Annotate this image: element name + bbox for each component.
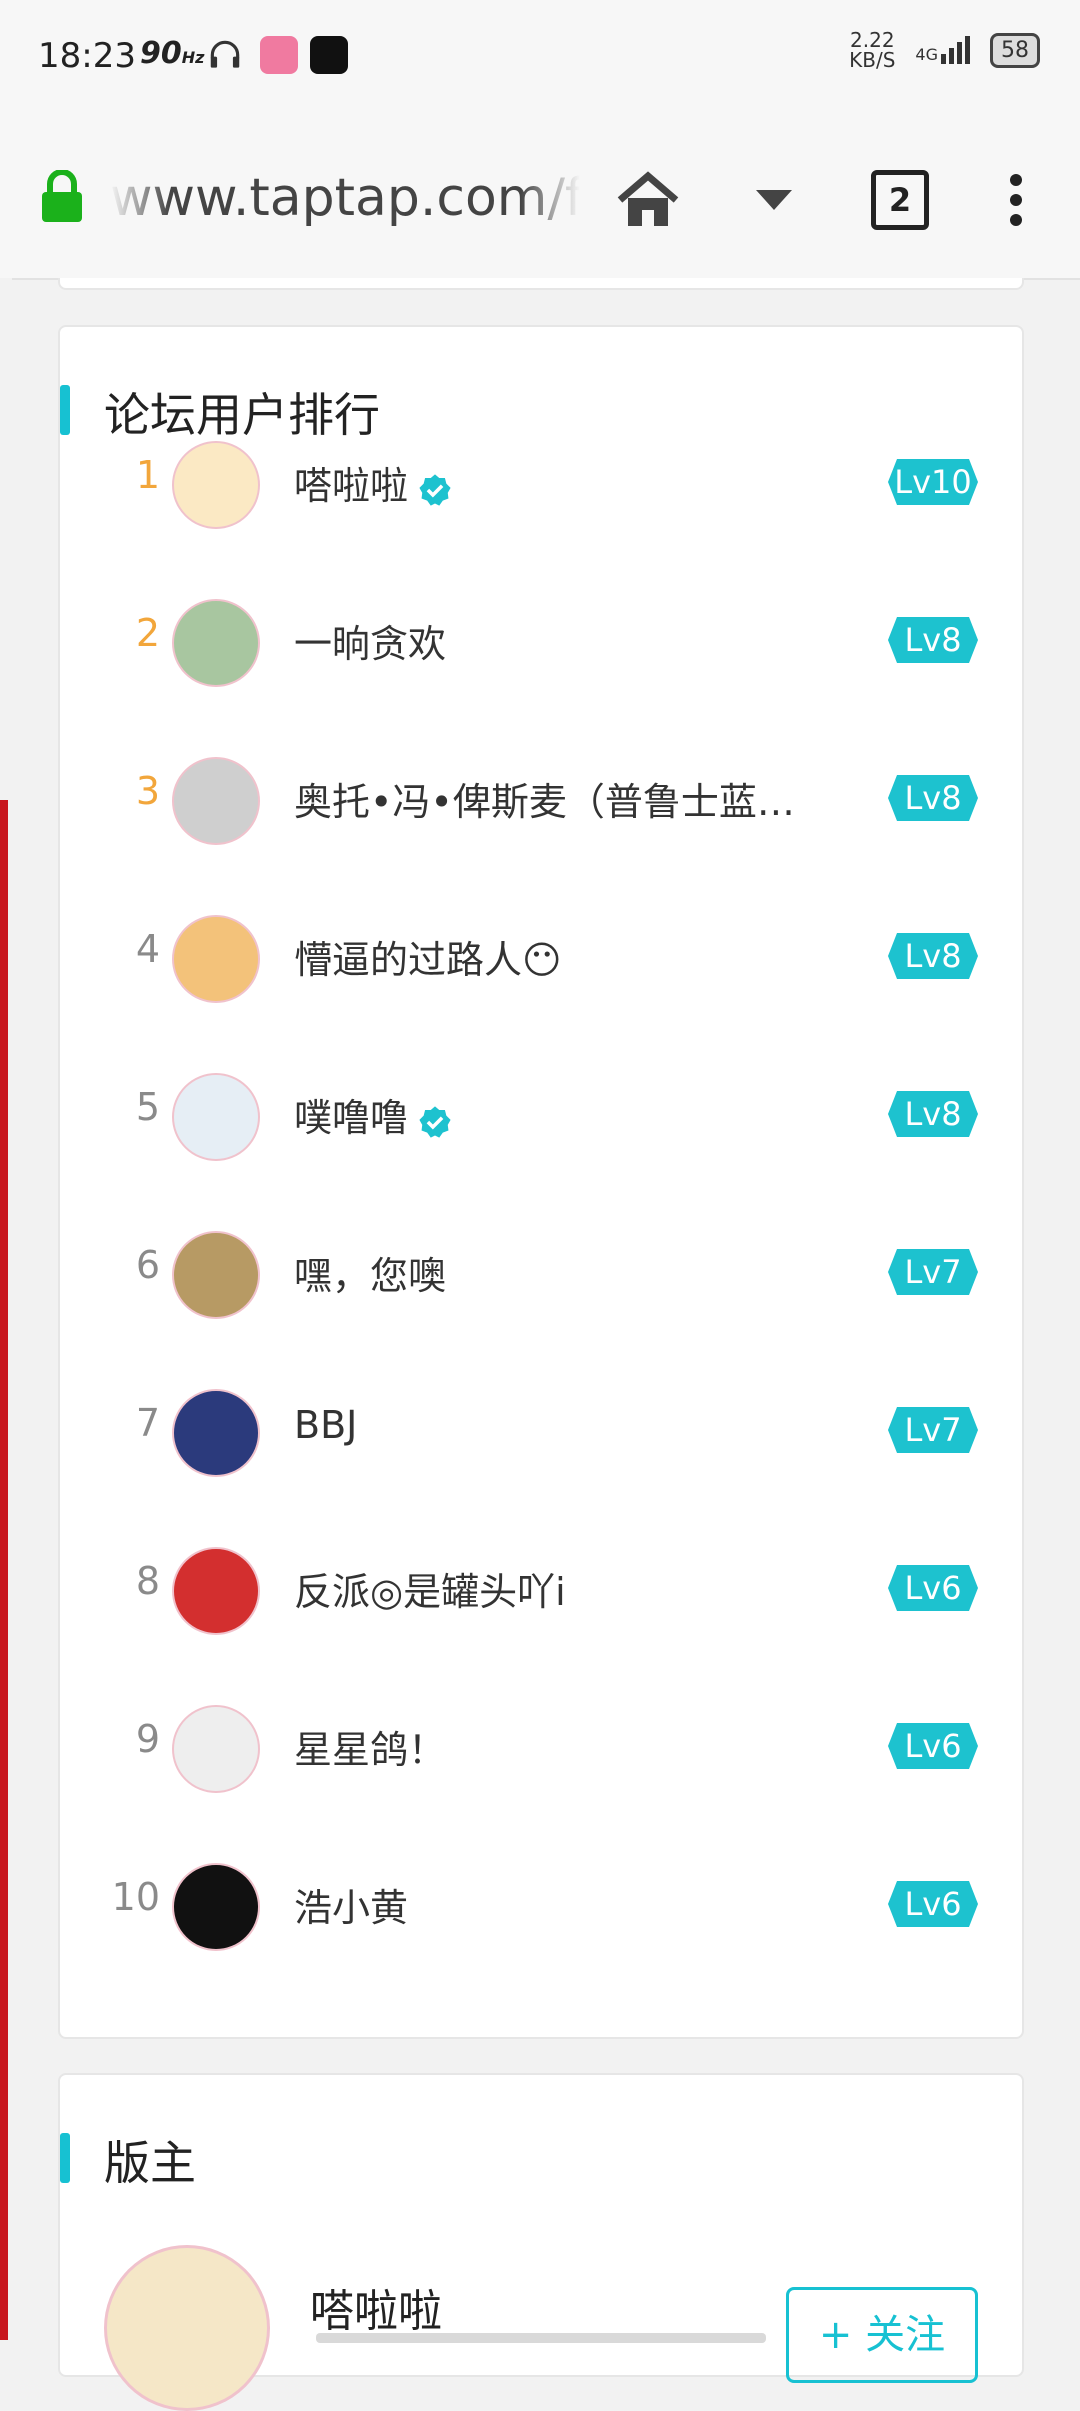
username[interactable]: 反派◎是罐头吖i bbox=[294, 1561, 566, 1616]
network-speed: 2.22 KB/S bbox=[849, 28, 896, 72]
rank-number: 9 bbox=[135, 1717, 160, 1761]
moderator-avatar[interactable] bbox=[104, 2245, 270, 2411]
level-badge: Lv7 bbox=[888, 1249, 978, 1295]
address-bar: www.taptap.com/fc 2 bbox=[0, 112, 1080, 280]
moderators-title: 版主 bbox=[60, 2127, 196, 2193]
username-text: 嘿，您噢 bbox=[294, 1254, 447, 1298]
title-accent bbox=[60, 2133, 70, 2183]
username-text: BBJ bbox=[294, 1403, 358, 1447]
username-text: 一晌贪欢 bbox=[294, 622, 447, 666]
user-avatar[interactable] bbox=[172, 915, 260, 1003]
bilibili-icon bbox=[260, 36, 298, 74]
status-right: 2.22 KB/S 4G 58 bbox=[849, 30, 1040, 70]
level-badge: Lv8 bbox=[888, 1091, 978, 1137]
rank-number: 4 bbox=[135, 927, 160, 971]
ranking-row[interactable]: 7 BBJ Lv7 bbox=[60, 1353, 1022, 1511]
user-avatar[interactable] bbox=[172, 1073, 260, 1161]
dropdown-icon[interactable] bbox=[738, 164, 810, 236]
username-text: 嗒啦啦 bbox=[294, 464, 409, 508]
home-icon[interactable] bbox=[612, 164, 684, 236]
username[interactable]: 星星鸽！ bbox=[294, 1719, 446, 1774]
tab-count: 2 bbox=[871, 170, 929, 230]
moderator-name[interactable]: 嗒啦啦 bbox=[310, 2275, 442, 2339]
rank-number: 1 bbox=[135, 453, 160, 497]
rank-number: 8 bbox=[135, 1559, 160, 1603]
rank-number: 5 bbox=[135, 1085, 160, 1129]
moderators-card: 版主 嗒啦啦 + 关注 bbox=[58, 2073, 1024, 2411]
ranking-row[interactable]: 8 反派◎是罐头吖i Lv6 bbox=[60, 1511, 1022, 1669]
level-badge: Lv8 bbox=[888, 775, 978, 821]
ranking-row[interactable]: 2 一晌贪欢 Lv8 bbox=[60, 563, 1022, 721]
menu-icon[interactable] bbox=[980, 164, 1052, 236]
ranking-row[interactable]: 9 星星鸽！ Lv6 bbox=[60, 1669, 1022, 1827]
username-text: 浩小黄 bbox=[294, 1886, 409, 1930]
refresh-rate: 90Hz bbox=[140, 36, 205, 71]
lock-icon bbox=[40, 169, 84, 224]
username[interactable]: 噗噜噜 bbox=[294, 1087, 452, 1142]
battery-icon: 58 bbox=[990, 32, 1040, 68]
level-badge: Lv7 bbox=[888, 1407, 978, 1453]
user-avatar[interactable] bbox=[172, 1231, 260, 1319]
verified-icon bbox=[418, 472, 452, 506]
username[interactable]: BBJ bbox=[294, 1403, 357, 1447]
username[interactable]: 奥托•冯•俾斯麦（普鲁士蓝… bbox=[294, 771, 795, 826]
username-text: 星星鸽！ bbox=[294, 1728, 447, 1772]
username[interactable]: 一晌贪欢 bbox=[294, 613, 446, 668]
rank-number: 6 bbox=[135, 1243, 160, 1287]
user-avatar[interactable] bbox=[172, 757, 260, 845]
ranking-row[interactable]: 4 懵逼的过路人😶 Lv8 bbox=[60, 879, 1022, 1037]
username-text: 奥托•冯•俾斯麦（普鲁士蓝… bbox=[294, 780, 795, 824]
tabs-button[interactable]: 2 bbox=[864, 164, 936, 236]
ranking-row[interactable]: 10 浩小黄 Lv6 bbox=[60, 1827, 1022, 1985]
username-text: 懵逼的过路人😶 bbox=[294, 938, 562, 982]
level-badge: Lv6 bbox=[888, 1565, 978, 1611]
previous-card-bottom bbox=[58, 278, 1024, 290]
username-text: 反派◎是罐头吖i bbox=[294, 1570, 566, 1614]
user-avatar[interactable] bbox=[172, 1389, 260, 1477]
rank-number: 3 bbox=[135, 769, 160, 813]
username[interactable]: 嘿，您噢 bbox=[294, 1245, 446, 1300]
username-text: 噗噜噜 bbox=[294, 1096, 409, 1140]
level-badge: Lv6 bbox=[888, 1723, 978, 1769]
ranking-row[interactable]: 1 嗒啦啦 Lv10 bbox=[60, 405, 1022, 563]
user-avatar[interactable] bbox=[172, 1863, 260, 1951]
side-accent bbox=[0, 800, 8, 2340]
forum-user-ranking-card: 论坛用户排行 1 嗒啦啦 Lv10 2 一晌贪欢 Lv8 3 奥托•冯•俾斯麦（普鲁士蓝… Lv… bbox=[58, 325, 1024, 2039]
user-avatar[interactable] bbox=[172, 599, 260, 687]
username[interactable]: 嗒啦啦 bbox=[294, 455, 452, 510]
username[interactable]: 懵逼的过路人😶 bbox=[294, 929, 562, 984]
level-badge: Lv8 bbox=[888, 933, 978, 979]
follow-button[interactable]: + 关注 bbox=[786, 2287, 978, 2383]
level-badge: Lv6 bbox=[888, 1881, 978, 1927]
moderator-info-bar bbox=[316, 2333, 766, 2343]
ranking-row[interactable]: 5 噗噜噜 Lv8 bbox=[60, 1037, 1022, 1195]
level-badge: Lv10 bbox=[888, 459, 978, 505]
user-avatar[interactable] bbox=[172, 1547, 260, 1635]
ranking-row[interactable]: 6 嘿，您噢 Lv7 bbox=[60, 1195, 1022, 1353]
user-avatar[interactable] bbox=[172, 1705, 260, 1793]
ranking-row[interactable]: 3 奥托•冯•俾斯麦（普鲁士蓝… Lv8 bbox=[60, 721, 1022, 879]
status-time: 18:23 bbox=[38, 36, 136, 76]
level-badge: Lv8 bbox=[888, 617, 978, 663]
status-bar: 18:23 90Hz 2.22 KB/S 4G 58 bbox=[0, 0, 1080, 112]
headphones-icon bbox=[206, 36, 244, 74]
wechat-icon bbox=[310, 36, 348, 74]
signal-icon: 4G bbox=[915, 36, 970, 64]
rank-number: 10 bbox=[111, 1875, 160, 1919]
url-field[interactable]: www.taptap.com/fc bbox=[110, 168, 580, 228]
user-avatar[interactable] bbox=[172, 441, 260, 529]
username[interactable]: 浩小黄 bbox=[294, 1877, 408, 1932]
rank-number: 7 bbox=[135, 1401, 160, 1445]
verified-icon bbox=[418, 1104, 452, 1138]
rank-number: 2 bbox=[135, 611, 160, 655]
